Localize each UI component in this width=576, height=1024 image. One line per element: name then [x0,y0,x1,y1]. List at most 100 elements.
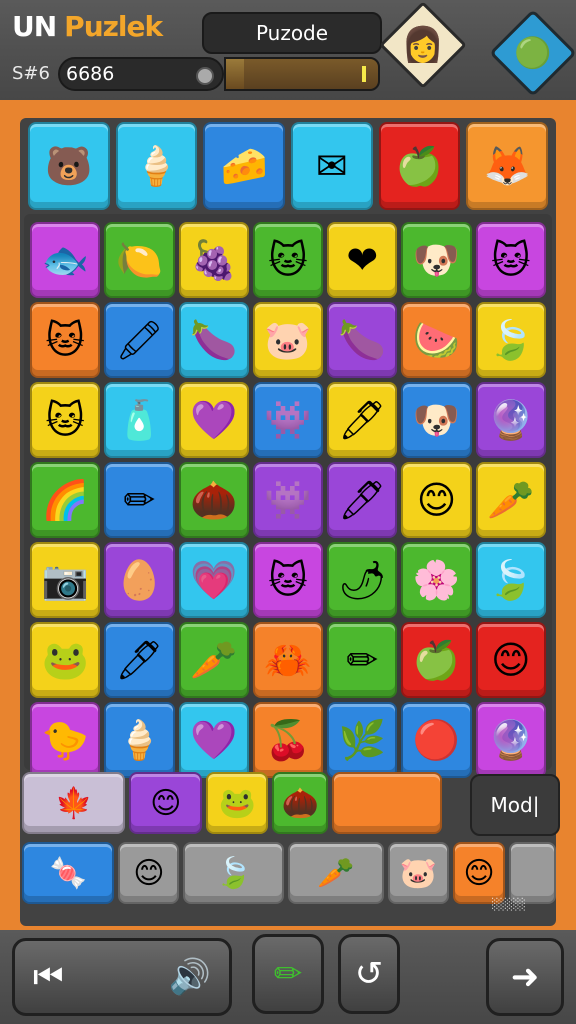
grid-tile[interactable]: 🍆 [327,302,398,378]
tray-tile[interactable]: 🍁 [22,772,126,834]
top-tile[interactable]: 🐻 [28,122,110,210]
grid-tile[interactable]: 🖊 [327,382,398,458]
top-tile[interactable]: 🦊 [466,122,549,210]
pink-pig-icon: 🐷 [399,855,437,891]
grid-tile[interactable]: 🍒 [252,702,324,778]
mode-button[interactable]: Mod| [470,774,560,836]
tray-tile[interactable] [331,772,443,834]
grid-tile[interactable]: 🖍 [104,302,175,378]
grid-tile[interactable]: 🐷 [252,302,324,378]
orange-cat-icon: 🐱 [45,398,85,442]
grid-tile[interactable]: 🍦 [104,702,175,778]
melon-ball-icon: 🍉 [412,317,461,362]
gem-button[interactable]: 🟢 [489,9,576,97]
grid-tile[interactable]: ✏ [327,622,398,698]
grid-tile[interactable]: 👾 [252,462,324,538]
top-tile[interactable]: 🍏 [378,122,461,210]
grid-tile[interactable]: 🍇 [178,222,249,298]
orange-smiley-icon: 😊 [463,855,495,891]
orange-cat-icon: 🐱 [45,318,85,362]
grid-tile[interactable]: 🔮 [475,382,546,458]
grid-tile[interactable]: 🖊 [104,622,175,698]
next-button[interactable]: ➜ [486,938,564,1016]
grid-tile[interactable]: 👾 [252,382,324,458]
grid-tile[interactable]: 🌿 [327,702,398,778]
orange-smiley-icon: 😊 [150,785,182,821]
grid-tile[interactable]: 🐟 [30,222,101,298]
grid-tile[interactable]: 🐶 [401,382,472,458]
grid-tile[interactable]: 🍃 [475,542,546,618]
grid-tile[interactable]: 🌶 [327,542,398,618]
tray-tile[interactable]: 😊 [118,842,180,904]
grid-tile[interactable]: 🦀 [252,622,324,698]
grid-tile[interactable]: ✏ [104,462,175,538]
purple-monster-icon: 👾 [264,397,312,442]
purple-pen-icon: 🖊 [115,637,164,682]
logo-part-2: Puzlek [64,10,163,43]
top-tile[interactable]: 🧀 [203,122,286,210]
tray-tile[interactable]: 😊 [452,842,506,904]
grid-tile[interactable]: 🍋 [104,222,175,298]
score-value: 6686 [66,63,115,85]
tray-tile[interactable]: 🐷 [387,842,449,904]
blue-pen-icon: 🖊 [338,397,387,442]
grid-tile[interactable]: 💜 [178,382,249,458]
grid-tile[interactable]: 🍏 [401,622,472,698]
grid-tile[interactable]: 🌸 [401,542,472,618]
grid-tile[interactable]: 🔮 [475,702,546,778]
grid-tile[interactable]: 🐱 [252,222,324,298]
grid-tile[interactable]: 🐤 [30,702,101,778]
grid-tile[interactable]: 🐶 [401,222,472,298]
green-blob-gem-icon: 🟢 [514,35,552,71]
grid-tile[interactable]: 💗 [178,542,249,618]
grid-tile[interactable]: 🥕 [178,622,249,698]
blue-candy-icon: 🍬 [49,855,87,891]
pink-heart-icon: 💗 [190,557,238,602]
grid-tile[interactable]: 🖊 [327,462,398,538]
grid-tile[interactable]: 📷 [30,542,101,618]
speaker-icon[interactable]: 🔊 [169,957,211,997]
top-tile[interactable]: 🍦 [115,122,198,210]
tray-tile[interactable]: 🌰 [272,772,328,834]
blue-fish-icon: 🐟 [41,237,89,282]
green-face-icon: 😊 [416,478,457,522]
bottom-bar: ⏮ 🔊 ✏ ↺ ➜ [0,930,576,1024]
grid-tile[interactable]: 🐸 [30,622,101,698]
orange-smiley-icon: 😊 [491,638,531,682]
tray-tile[interactable]: 🥕 [288,842,384,904]
hint-button[interactable]: ↺ [338,934,400,1014]
pencil-button[interactable]: ✏ [252,934,324,1014]
grid-tile[interactable]: 🐱 [252,542,324,618]
grid-tile[interactable]: 🐱 [30,302,101,378]
grid-tile[interactable]: 🌈 [30,462,101,538]
grid-tile[interactable]: 💜 [178,702,249,778]
grid-tile[interactable]: 🥕 [475,462,546,538]
yellow-chick-icon: 🐤 [41,717,89,762]
purple-orb-icon: 🔮 [487,397,535,442]
grid-tile[interactable]: 🍆 [178,302,249,378]
grid-tile[interactable]: 😊 [475,622,546,698]
tray-tile[interactable]: 🍬 [22,842,115,904]
grid-tile[interactable]: 🧴 [104,382,175,458]
rewind-icon[interactable]: ⏮ [33,957,64,997]
level-title[interactable]: Puzode [202,12,382,54]
player-avatar[interactable]: 👩 [379,1,467,89]
grid-tile[interactable]: 🥚 [104,542,175,618]
top-tile[interactable]: ✉ [291,122,373,210]
tray-tile[interactable] [509,842,557,904]
grid-tile[interactable]: ❤ [327,222,398,298]
tray-tile[interactable]: 🐸 [206,772,269,834]
grid-tile[interactable]: 🌰 [178,462,249,538]
tray-tile[interactable]: 😊 [129,772,203,834]
green-frog-icon: 🐸 [41,637,89,682]
grid-tile[interactable]: 🔴 [401,702,472,778]
green-leaf-icon: 🍃 [487,317,535,362]
grid-tile[interactable]: 🐱 [475,222,546,298]
green-apple-icon: 🍏 [412,637,461,682]
grid-tile[interactable]: 🍉 [401,302,472,378]
grid-tile[interactable]: 😊 [401,462,472,538]
grid-tile[interactable]: 🍃 [475,302,546,378]
tray-tile[interactable]: 🍃 [183,842,285,904]
grid-tile[interactable]: 🐱 [30,382,101,458]
green-crayon-icon: 🖍 [115,317,164,362]
